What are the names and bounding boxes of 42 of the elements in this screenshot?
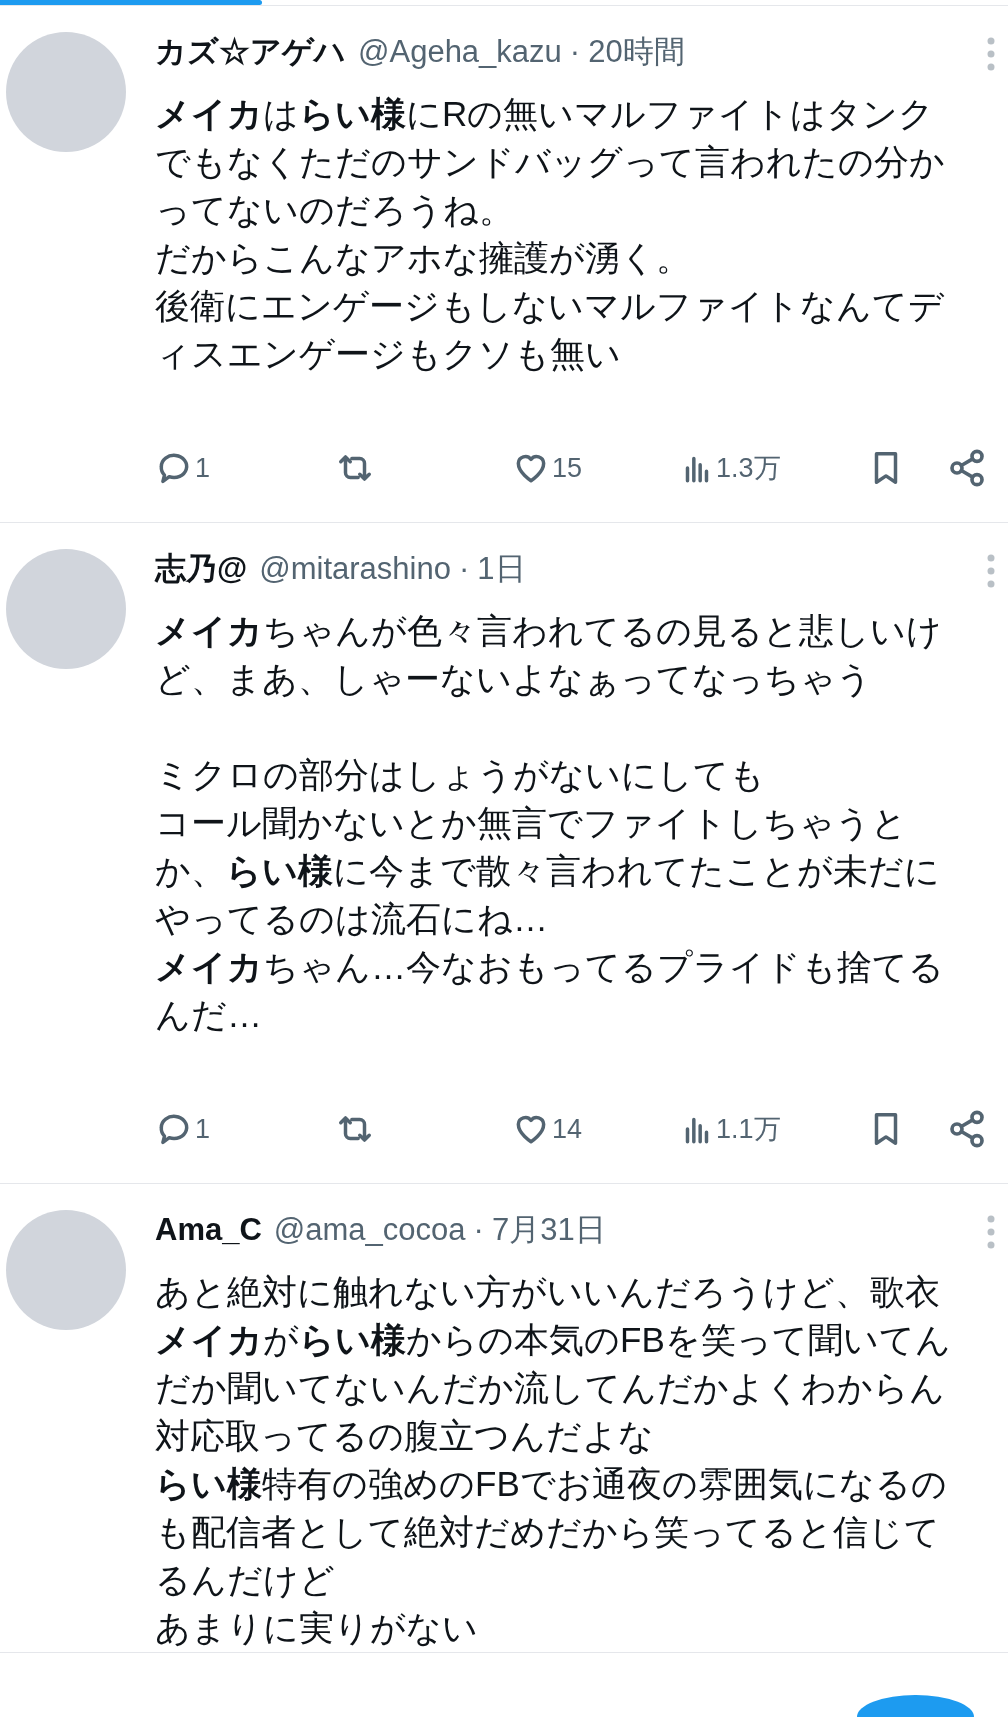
share-icon[interactable] bbox=[947, 1109, 987, 1149]
timestamp[interactable]: 20時間 bbox=[588, 30, 685, 74]
share-icon[interactable] bbox=[947, 448, 987, 488]
separator-dot: · bbox=[569, 33, 581, 71]
display-name[interactable]: 志乃@ bbox=[155, 547, 248, 591]
reply-count: 1 bbox=[195, 1112, 211, 1146]
tweet-text-line: メイカちゃんが色々言われてるの見ると悲しいけ bbox=[155, 610, 942, 652]
tweet-text-line: メイカはらい様にRの無いマルファイトはタンク bbox=[155, 93, 935, 135]
tweet-text-line: あまりに実りがない bbox=[155, 1607, 478, 1649]
tweet-text-line: コール聞かないとか無言でファイトしちゃうと bbox=[155, 802, 907, 844]
like-count: 15 bbox=[552, 451, 583, 485]
tweet-text-line: 後衛にエンゲージもしないマルファイトなんてデ bbox=[155, 285, 944, 327]
tweet-text-line: ミクロの部分はしょうがないにしても bbox=[155, 754, 765, 796]
reply-count: 1 bbox=[195, 451, 211, 485]
tweet-text-line: だか聞いてないんだか流してんだかよくわからん bbox=[155, 1367, 945, 1409]
tweet-text-line: だからこんなアホな擁護が湧く。 bbox=[155, 237, 691, 279]
view-count: 1.1万 bbox=[716, 1112, 781, 1146]
tweet-text-line: メイカちゃん…今なおもってるプライドも捨てる bbox=[155, 946, 944, 988]
display-name[interactable]: カズ☆アゲハ bbox=[155, 30, 346, 74]
tweet-text-line: んだ… bbox=[155, 994, 262, 1036]
user-handle[interactable]: @mitarashino bbox=[259, 547, 451, 591]
tweet-text-line: か、らい様に今まで散々言われてたことが未だに bbox=[155, 850, 940, 892]
like-count: 14 bbox=[552, 1112, 583, 1146]
tweet-text-line: ィスエンゲージもクソも無い bbox=[155, 333, 621, 375]
display-name[interactable]: Ama_C bbox=[155, 1208, 262, 1252]
tweet-text-line: メイカがらい様からの本気のFBを笑って聞いてん bbox=[155, 1319, 951, 1361]
timestamp[interactable]: 1日 bbox=[477, 547, 526, 591]
separator-dot: · bbox=[458, 550, 470, 588]
tweet-text-line: も配信者として絶対だめだから笑ってると信じて bbox=[155, 1511, 940, 1553]
tweet-text-line: 対応取ってるの腹立つんだよな bbox=[155, 1415, 654, 1457]
user-handle[interactable]: @Ageha_kazu bbox=[358, 30, 562, 74]
view-count: 1.3万 bbox=[716, 451, 781, 485]
tweet-text-line: やってるのは流石にね… bbox=[155, 898, 548, 940]
timestamp[interactable]: 7月31日 bbox=[491, 1208, 606, 1252]
tweet-text-line: るんだけど bbox=[155, 1559, 335, 1601]
tweet-text-line: らい様特有の強めのFBでお通夜の雰囲気になるの bbox=[155, 1463, 947, 1505]
tweet-text-line: でもなくただのサンドバッグって言われたの分か bbox=[155, 141, 945, 183]
tweet-text-line: ど、まあ、しゃーないよなぁってなっちゃう bbox=[155, 658, 872, 700]
tweet-text-line: ってないのだろうね。 bbox=[155, 189, 514, 231]
separator-dot: · bbox=[473, 1211, 484, 1249]
tweet-text-line: あと絶対に触れない方がいいんだろうけど、歌衣 bbox=[155, 1271, 940, 1313]
user-handle[interactable]: @ama_cocoa bbox=[273, 1208, 466, 1252]
